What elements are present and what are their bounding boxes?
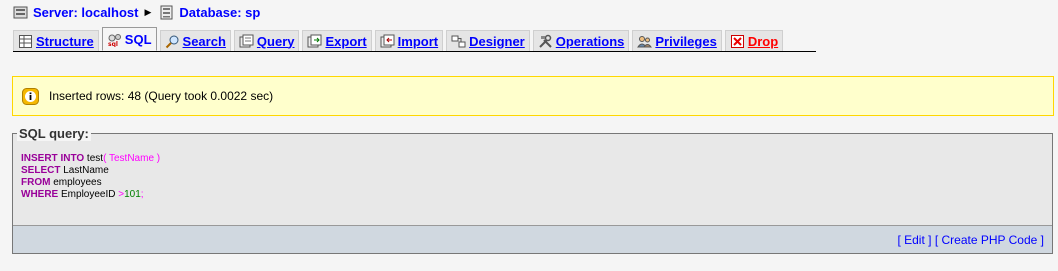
tab-search[interactable]: Search: [159, 30, 231, 51]
query-icon: [239, 34, 254, 49]
sql-text: LastName: [60, 165, 109, 176]
tab-sql[interactable]: sql SQL: [101, 27, 157, 51]
server-icon: [13, 5, 28, 20]
sql-keyword: SELECT: [21, 165, 61, 176]
tab-structure-label: Structure: [36, 33, 94, 49]
sql-keyword: WHERE: [21, 189, 59, 200]
edit-link[interactable]: Edit: [904, 233, 925, 247]
server-link[interactable]: Server: localhost: [13, 5, 139, 20]
info-icon: [22, 87, 39, 105]
tab-operations-label: Operations: [555, 33, 625, 49]
sql-line: SELECT LastName: [21, 165, 160, 177]
tab-import-label: Import: [397, 33, 439, 49]
sql-code-block: INSERT INTO test( TestName ) SELECT Last…: [21, 153, 160, 201]
bracket-close: ]: [1037, 232, 1044, 247]
database-icon: [159, 5, 174, 20]
sql-query-legend: SQL query:: [17, 126, 91, 141]
sql-punct: ;: [140, 189, 144, 200]
import-icon: [380, 34, 395, 49]
tab-privileges-label: Privileges: [655, 33, 717, 49]
tab-drop[interactable]: Drop: [724, 30, 784, 51]
tab-privileges[interactable]: Privileges: [632, 30, 722, 51]
sql-line: FROM employees: [21, 177, 160, 189]
sql-icon: sql: [107, 32, 122, 47]
tab-search-label: Search: [182, 33, 226, 49]
sql-number: 101: [124, 189, 141, 200]
operations-icon: [538, 34, 553, 49]
structure-icon: [18, 34, 33, 49]
sql-punct: ( TestName ): [103, 153, 161, 164]
tab-structure[interactable]: Structure: [13, 30, 99, 51]
sql-query-fieldset: SQL query: INSERT INTO test( TestName ) …: [12, 126, 1053, 254]
sql-keyword: FROM: [21, 177, 51, 188]
server-label: Server: localhost: [33, 5, 139, 20]
tab-export-label: Export: [325, 33, 367, 49]
sql-line: WHERE EmployeeID >101;: [21, 189, 160, 201]
designer-icon: [451, 34, 466, 49]
bracket-close: ] [: [924, 232, 942, 247]
sql-footer: [ Edit ] [ Create PHP Code ]: [13, 225, 1052, 253]
breadcrumb: Server: localhost ▶ Database: sp: [13, 5, 260, 20]
sql-text: employees: [50, 177, 102, 188]
sql-text: EmployeeID: [58, 189, 119, 200]
database-label: Database: sp: [179, 5, 261, 20]
search-icon: [165, 34, 180, 49]
privileges-icon: [637, 34, 653, 49]
notice-message: Inserted rows: 48 (Query took 0.0022 sec…: [49, 89, 274, 103]
tab-import[interactable]: Import: [374, 30, 444, 51]
sql-line: INSERT INTO test( TestName ): [21, 153, 160, 165]
database-link[interactable]: Database: sp: [159, 5, 260, 20]
tab-query[interactable]: Query: [233, 30, 300, 51]
tab-designer[interactable]: Designer: [446, 30, 530, 51]
tab-designer-label: Designer: [469, 33, 525, 49]
tab-bar: Structure sql SQL Search Query Export Im…: [13, 27, 816, 52]
svg-text:sql: sql: [108, 41, 118, 47]
breadcrumb-arrow-icon: ▶: [144, 7, 152, 17]
sql-keyword: INSERT INTO: [21, 153, 85, 164]
tab-export[interactable]: Export: [302, 30, 372, 51]
success-notice: Inserted rows: 48 (Query took 0.0022 sec…: [12, 76, 1054, 116]
tab-operations[interactable]: Operations: [532, 30, 630, 51]
tab-sql-label: SQL: [124, 31, 152, 47]
tab-query-label: Query: [256, 33, 295, 49]
bracket-open: [: [897, 232, 905, 247]
phpmyadmin-page: Server: localhost ▶ Database: sp Structu…: [0, 0, 1058, 271]
export-icon: [307, 34, 322, 49]
create-php-code-link[interactable]: Create PHP Code: [941, 233, 1037, 247]
sql-text: test: [84, 153, 104, 164]
tab-drop-label: Drop: [747, 33, 779, 49]
drop-icon: [730, 34, 745, 49]
